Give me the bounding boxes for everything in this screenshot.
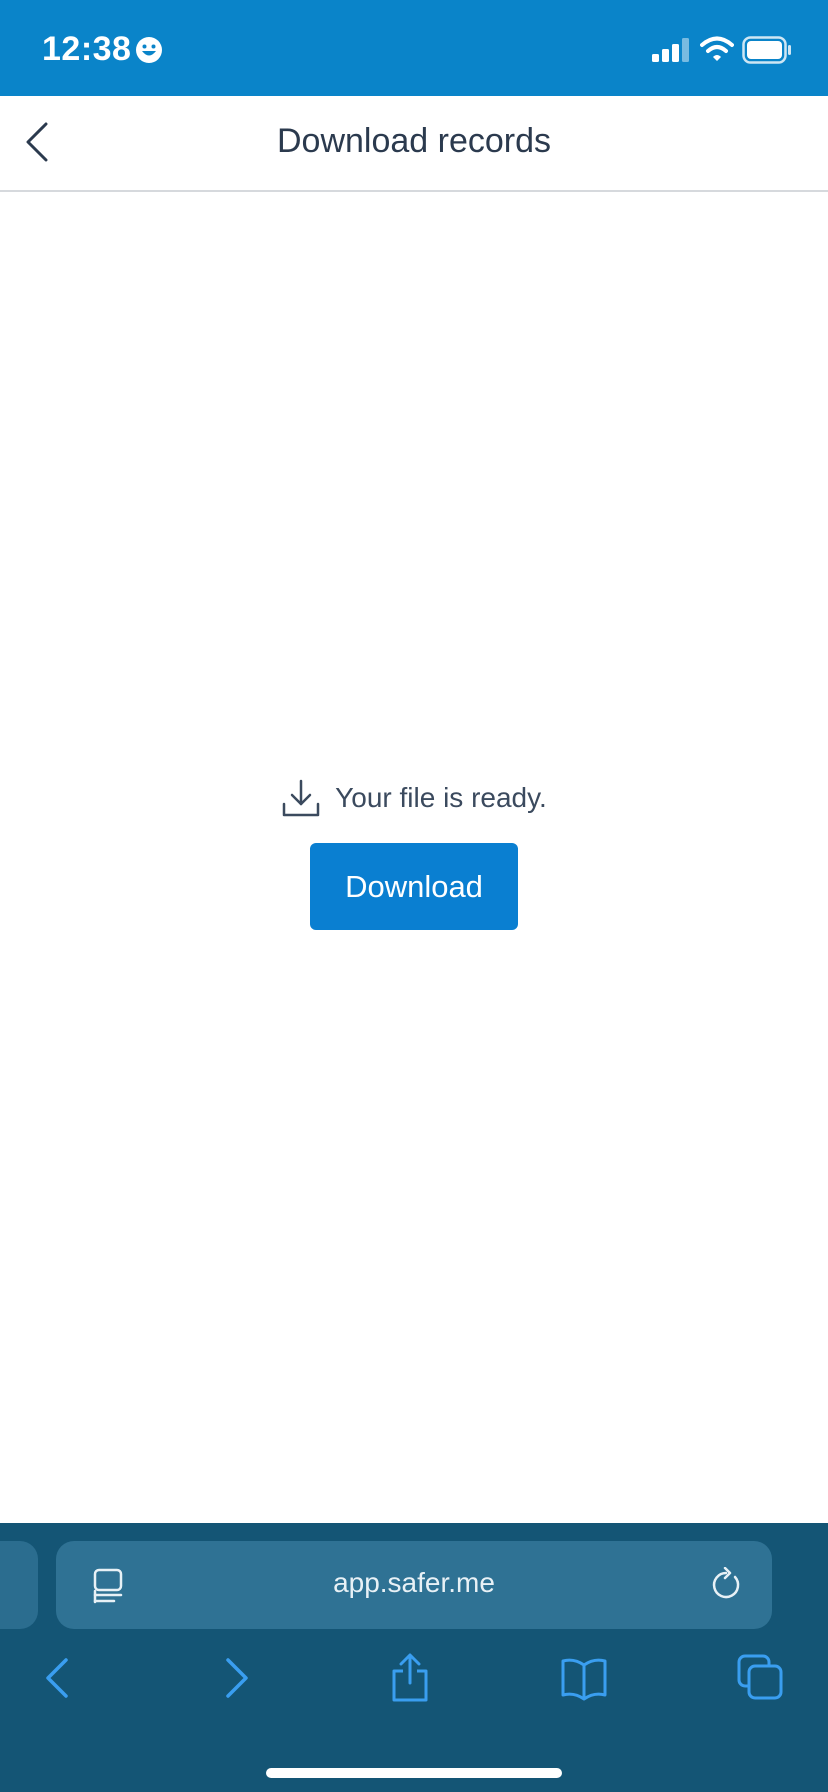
download-icon [282,779,320,817]
file-ready-message: Your file is ready. [0,776,828,820]
bookmarks-icon[interactable] [560,1653,608,1703]
tabs-icon[interactable] [736,1653,784,1703]
share-icon[interactable] [386,1653,434,1703]
battery-icon [742,36,791,64]
emoji-icon [136,37,162,63]
address-bar[interactable]: app.safer.me [56,1541,772,1629]
download-button[interactable]: Download [310,843,518,930]
browser-toolbar: app.safer.me [0,1523,828,1792]
browser-forward-icon[interactable] [212,1653,260,1703]
url-text[interactable]: app.safer.me [56,1567,772,1599]
status-bar: 12:38 [0,0,828,96]
file-ready-text: Your file is ready. [335,782,547,813]
previous-tab-peek[interactable] [0,1541,38,1629]
reload-icon[interactable] [708,1567,744,1603]
browser-back-icon[interactable] [34,1653,82,1703]
page-title: Download records [276,122,552,160]
screen: 12:38 Download records Your file is read… [0,0,828,1792]
status-time: 12:38 [42,30,132,68]
cellular-signal-icon [652,38,689,62]
home-indicator[interactable] [266,1768,562,1778]
page-header: Download records [0,96,828,192]
wifi-icon [700,36,734,61]
